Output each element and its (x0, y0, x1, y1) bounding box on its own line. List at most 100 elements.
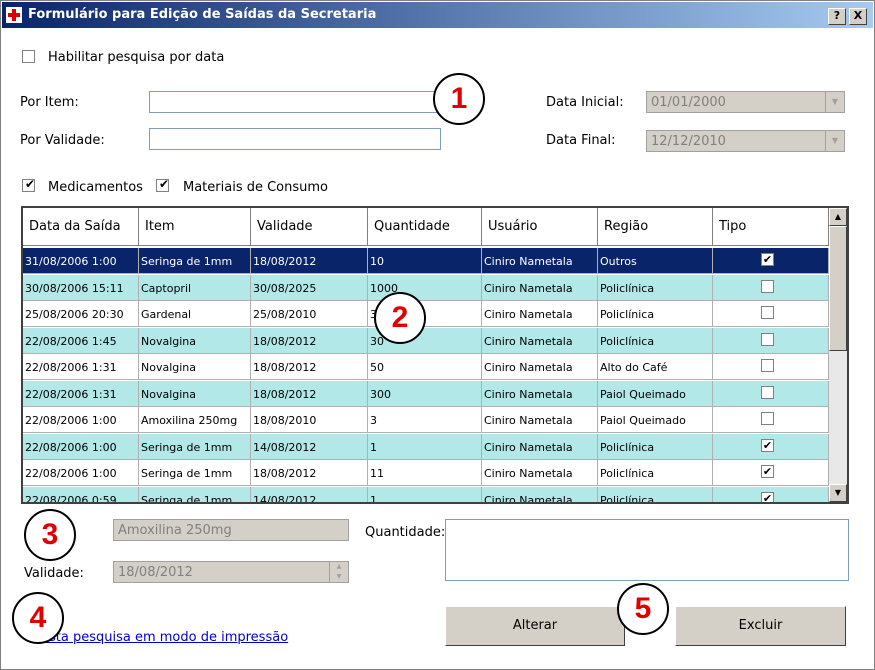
table-cell-validade[interactable]: 18/08/2012 (251, 460, 368, 486)
table-cell-validade[interactable]: 30/08/2025 (251, 274, 368, 301)
table-cell-tipo[interactable]: ✔ (713, 248, 829, 274)
alter-button[interactable]: Alterar (445, 606, 625, 646)
table-cell-tipo[interactable] (713, 380, 829, 407)
table-cell-data[interactable]: 22/08/2006 1:00 (23, 460, 139, 486)
table-row[interactable]: 22/08/2006 1:00 Amoxilina 250mg 18/08/2010… (23, 407, 829, 433)
edit-item-input[interactable]: Amoxilina 250mg (113, 519, 349, 541)
table-cell-data[interactable]: 30/08/2006 15:11 (23, 274, 139, 301)
unchecked-checkbox[interactable] (761, 359, 774, 372)
table-row[interactable]: 22/08/2006 0:59 Seringa de 1mm 14/08/2012 1… (23, 486, 829, 502)
table-cell-usuario[interactable]: Ciniro Nametala (482, 433, 598, 460)
table-cell-usuario[interactable]: Ciniro Nametala (482, 354, 598, 380)
close-button[interactable]: X (849, 8, 867, 25)
table-cell-quantidade[interactable]: 50 (368, 354, 482, 380)
table-cell-tipo[interactable] (713, 327, 829, 354)
table-cell-regiao[interactable]: Alto do Café (598, 354, 713, 380)
table-cell-data[interactable]: 22/08/2006 1:45 (23, 327, 139, 354)
column-header-item[interactable]: Item (139, 208, 251, 246)
spin-down-icon[interactable]: ▼ (330, 572, 348, 582)
table-cell-data[interactable]: 22/08/2006 0:59 (23, 486, 139, 502)
unchecked-checkbox[interactable] (761, 332, 774, 346)
table-cell-regiao[interactable]: Policlínica (598, 327, 713, 354)
edit-quantity-field[interactable] (445, 519, 849, 581)
table-cell-data[interactable]: 22/08/2006 1:00 (23, 433, 139, 460)
exits-grid[interactable]: Data da Saída Item Validade Quantidade U… (21, 206, 849, 504)
table-cell-regiao[interactable]: Paiol Queimado (598, 407, 713, 433)
column-header-data[interactable]: Data da Saída (23, 208, 139, 246)
grid-scrollbar[interactable]: ▲ ▼ (829, 208, 847, 502)
checked-checkbox[interactable]: ✔ (761, 465, 774, 478)
table-cell-tipo[interactable] (713, 407, 829, 433)
column-header-regiao[interactable]: Região (598, 208, 713, 246)
table-row[interactable]: 31/08/2006 1:00 Seringa de 1mm 18/08/2012 1… (23, 248, 829, 274)
table-cell-item[interactable]: Amoxilina 250mg (139, 407, 251, 433)
table-cell-usuario[interactable]: Ciniro Nametala (482, 460, 598, 486)
checked-checkbox[interactable]: ✔ (761, 438, 774, 452)
table-cell-usuario[interactable]: Ciniro Nametala (482, 301, 598, 327)
table-cell-regiao[interactable]: Paiol Queimado (598, 380, 713, 407)
unchecked-checkbox[interactable] (761, 306, 774, 319)
table-row[interactable]: 22/08/2006 1:00 Seringa de 1mm 18/08/2012 1… (23, 460, 829, 486)
materiais-checkbox[interactable]: ✔ (156, 177, 169, 192)
scroll-up-icon[interactable]: ▲ (829, 208, 847, 226)
table-cell-usuario[interactable]: Ciniro Nametala (482, 407, 598, 433)
table-cell-validade[interactable]: 18/08/2012 (251, 327, 368, 354)
table-cell-tipo[interactable] (713, 301, 829, 327)
table-cell-quantidade[interactable]: 1 (368, 433, 482, 460)
table-cell-quantidade[interactable]: 1 (368, 486, 482, 502)
table-cell-usuario[interactable]: Ciniro Nametala (482, 248, 598, 274)
table-cell-tipo[interactable]: ✔ (713, 460, 829, 486)
table-row[interactable]: 30/08/2006 15:11 Captopril 30/08/2025 1000 C… (23, 274, 829, 301)
delete-button[interactable]: Excluir (675, 606, 846, 646)
start-date-select[interactable]: 01/01/2000 ▼ (646, 91, 845, 113)
table-cell-quantidade[interactable]: 300 (368, 380, 482, 407)
table-row[interactable]: 22/08/2006 1:31 Novalgina 18/08/2012 50 Cini… (23, 354, 829, 380)
table-row[interactable]: 25/08/2006 20:30Gardenal25/08/20103Cinir… (23, 301, 829, 327)
checked-checkbox[interactable]: ✔ (761, 491, 774, 502)
table-cell-regiao[interactable]: Policlínica (598, 274, 713, 301)
table-cell-item[interactable]: Seringa de 1mm (139, 486, 251, 502)
table-cell-item[interactable]: Novalgina (139, 354, 251, 380)
table-row[interactable]: 22/08/2006 1:31 Novalgina 18/08/2012 300 Cin… (23, 380, 829, 407)
table-row[interactable]: 22/08/2006 1:00 Seringa de 1mm 14/08/2012 1… (23, 433, 829, 460)
table-cell-usuario[interactable]: Ciniro Nametala (482, 327, 598, 354)
column-header-tipo[interactable]: Tipo (713, 208, 829, 246)
table-cell-tipo[interactable]: ✔ (713, 433, 829, 460)
table-cell-item[interactable]: Novalgina (139, 327, 251, 354)
table-cell-regiao[interactable]: Policlínica (598, 486, 713, 502)
edit-validity-input[interactable]: 18/08/2012 ▲ ▼ (113, 561, 349, 583)
column-header-validade[interactable]: Validade (251, 208, 368, 246)
unchecked-checkbox[interactable] (761, 279, 774, 293)
end-date-select[interactable]: 12/12/2010 ▼ (646, 130, 845, 152)
table-cell-tipo[interactable] (713, 354, 829, 380)
table-cell-item[interactable]: Captopril (139, 274, 251, 301)
table-cell-data[interactable]: 31/08/2006 1:00 (23, 248, 139, 274)
table-cell-quantidade[interactable]: 3 (368, 407, 482, 433)
column-header-quantidade[interactable]: Quantidade (368, 208, 482, 246)
enable-date-checkbox[interactable] (22, 50, 35, 63)
table-cell-quantidade[interactable]: 11 (368, 460, 482, 486)
table-cell-regiao[interactable]: Policlínica (598, 433, 713, 460)
table-cell-validade[interactable]: 14/08/2012 (251, 486, 368, 502)
column-header-usuario[interactable]: Usuário (482, 208, 598, 246)
table-cell-item[interactable]: Seringa de 1mm (139, 248, 251, 274)
checked-checkbox[interactable]: ✔ (761, 253, 774, 266)
table-cell-usuario[interactable]: Ciniro Nametala (482, 274, 598, 301)
table-cell-regiao[interactable]: Outros (598, 248, 713, 274)
print-mode-link[interactable]: esta pesquisa em modo de impressão (41, 630, 288, 645)
unchecked-checkbox[interactable] (761, 385, 774, 399)
table-cell-validade[interactable]: 14/08/2012 (251, 433, 368, 460)
scroll-thumb[interactable] (829, 226, 847, 351)
table-cell-item[interactable]: Seringa de 1mm (139, 433, 251, 460)
table-cell-quantidade[interactable]: 10 (368, 248, 482, 274)
validity-search-input[interactable] (149, 128, 441, 150)
table-cell-validade[interactable]: 18/08/2010 (251, 407, 368, 433)
table-cell-regiao[interactable]: Policlínica (598, 460, 713, 486)
scroll-down-icon[interactable]: ▼ (829, 484, 847, 502)
table-cell-validade[interactable]: 18/08/2012 (251, 248, 368, 274)
table-cell-tipo[interactable] (713, 274, 829, 301)
item-search-input[interactable] (149, 91, 441, 113)
help-button[interactable]: ? (828, 8, 846, 25)
table-cell-validade[interactable]: 18/08/2012 (251, 380, 368, 407)
table-cell-validade[interactable]: 18/08/2012 (251, 354, 368, 380)
